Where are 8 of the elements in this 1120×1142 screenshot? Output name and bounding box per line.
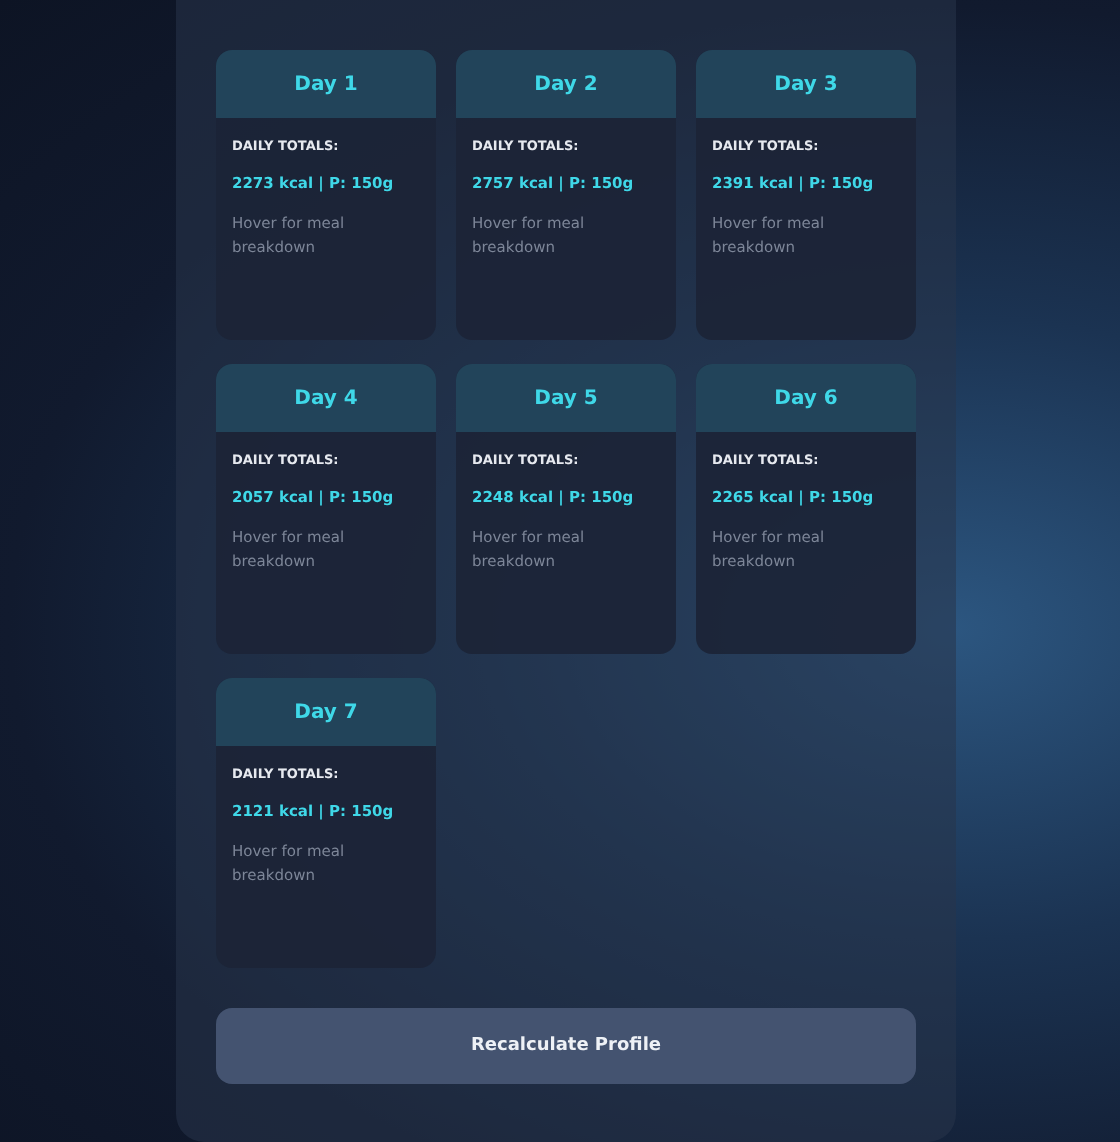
day-title: Day 1: [216, 50, 436, 118]
day-title: Day 5: [456, 364, 676, 432]
day-title: Day 7: [216, 678, 436, 746]
day-title: Day 6: [696, 364, 916, 432]
day-title: Day 3: [696, 50, 916, 118]
day-title: Day 4: [216, 364, 436, 432]
recalculate-button[interactable]: Recalculate Profile: [216, 1008, 916, 1084]
day-title: Day 2: [456, 50, 676, 118]
